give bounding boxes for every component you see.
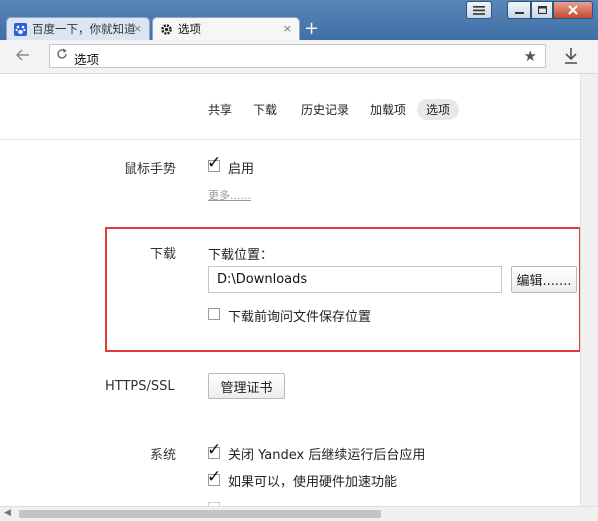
close-icon: [568, 5, 578, 15]
tab-title: 选项: [178, 22, 201, 36]
ask-location-checkbox[interactable]: [208, 308, 220, 320]
downloads-label: 下载: [150, 247, 177, 262]
download-path-field[interactable]: D:\Downloads: [208, 266, 502, 293]
nav-share[interactable]: 共享: [199, 99, 241, 120]
baidu-paw-icon: [13, 22, 27, 36]
nav-addons[interactable]: 加载项: [361, 99, 415, 120]
background-apps-checkbox[interactable]: ✓: [207, 442, 221, 459]
window-titlebar: 百度一下，你就知道 × 选项 × +: [0, 0, 598, 40]
tab-close-button[interactable]: ×: [283, 22, 292, 35]
ask-location-label: 下载前询问文件保存位置: [228, 310, 372, 325]
tab-strip: 百度一下，你就知道 × 选项 × +: [0, 17, 598, 40]
more-link[interactable]: 更多......: [208, 187, 251, 203]
mouse-gestures-checkbox[interactable]: ✓: [207, 155, 221, 172]
mouse-gestures-label: 鼠标手势: [124, 162, 177, 177]
address-bar[interactable]: 选项 ★: [49, 44, 546, 68]
system-label: 系统: [150, 448, 177, 463]
hardware-accel-checkbox[interactable]: ✓: [207, 469, 221, 486]
bookmark-star-icon[interactable]: ★: [524, 47, 537, 65]
horizontal-scroll-thumb[interactable]: [19, 510, 381, 518]
download-location-label: 下载位置：: [208, 248, 274, 263]
https-ssl-label: HTTPS/SSL: [105, 379, 175, 394]
minimize-icon: [514, 11, 524, 14]
horizontal-scrollbar[interactable]: ◀: [0, 506, 598, 521]
tab-options[interactable]: 选项 ×: [152, 17, 300, 40]
check-icon: ✓: [207, 440, 222, 460]
scroll-left-arrow-icon[interactable]: ◀: [4, 508, 11, 518]
manage-certificates-button[interactable]: 管理证书: [208, 373, 285, 399]
address-text: 选项: [74, 52, 100, 67]
hardware-accel-label: 如果可以，使用硬件加速功能: [228, 475, 398, 490]
settings-page: 共享 下载 历史记录 加载项 选项 鼠标手势 ✓ 启用 更多...... 下载 …: [0, 74, 580, 514]
check-icon: ✓: [207, 467, 222, 487]
check-icon: ✓: [207, 153, 222, 173]
tab-close-button[interactable]: ×: [133, 22, 142, 35]
reload-icon[interactable]: [56, 48, 68, 64]
nav-options[interactable]: 选项: [417, 99, 460, 120]
mouse-gestures-enable-label: 启用: [228, 162, 255, 177]
highlight-box-bottom-edge: [105, 350, 598, 352]
new-tab-button[interactable]: +: [304, 20, 319, 38]
back-arrow-icon[interactable]: [15, 46, 30, 65]
download-arrow-icon[interactable]: [563, 47, 579, 65]
maximize-icon: [537, 6, 547, 14]
browser-toolbar: 选项 ★: [0, 40, 598, 74]
tab-title: 百度一下，你就知道: [32, 22, 136, 36]
section-nav: 共享 下载 历史记录 加载项 选项: [0, 74, 580, 140]
tab-baidu[interactable]: 百度一下，你就知道 ×: [6, 17, 150, 40]
nav-downloads[interactable]: 下载: [244, 99, 286, 120]
gear-icon: [159, 22, 173, 36]
hamburger-icon: [473, 5, 485, 15]
nav-history[interactable]: 历史记录: [292, 99, 358, 120]
edit-path-button[interactable]: 编辑.......: [511, 266, 577, 293]
vertical-scrollbar[interactable]: [580, 74, 598, 506]
background-apps-label: 关闭 Yandex 后继续运行后台应用: [228, 448, 426, 463]
